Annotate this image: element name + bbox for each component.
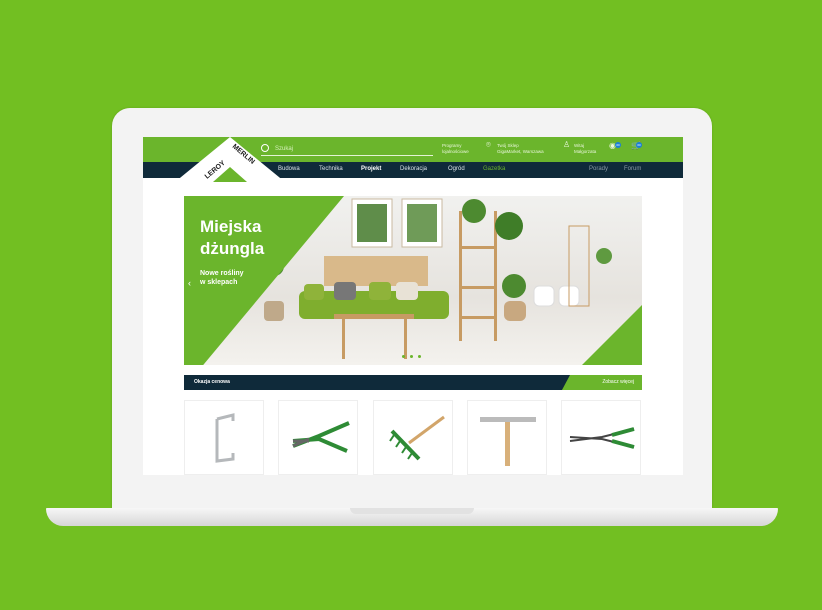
search-input[interactable]: Szukaj [261, 143, 433, 156]
account-link[interactable]: Witaj Małgorzata [574, 143, 596, 155]
product-card[interactable] [561, 400, 641, 475]
carousel-dot[interactable] [402, 355, 405, 358]
nav-forum[interactable]: Forum [624, 166, 641, 172]
wallet-badge: 00 [615, 142, 621, 148]
nav-budowa[interactable]: Budowa [278, 166, 300, 172]
search-placeholder: Szukaj [275, 146, 294, 152]
product-card[interactable] [467, 400, 547, 475]
see-more-label: Zobacz więcej [602, 379, 634, 385]
store-line2: GigaMarket, Warszawa [497, 149, 544, 154]
float-tool-image [480, 417, 536, 466]
hero-title-line1: Miejska [200, 217, 262, 236]
hero-banner[interactable]: Miejska dżungla Nowe rośliny w sklepach ‹ [184, 196, 642, 365]
deals-label: Okazja cenowa [194, 379, 230, 385]
website-screen: LEROY MERLIN Szukaj Programy lojalnościow… [143, 137, 683, 475]
carousel-dot[interactable] [418, 355, 421, 358]
cart-badge: 00 [636, 142, 642, 148]
programs-line2: lojalnościowe [442, 149, 469, 154]
nav-dekoracja[interactable]: Dekoracja [400, 166, 427, 172]
loyalty-programs-link[interactable]: Programy lojalnościowe [442, 143, 469, 155]
product-card[interactable] [278, 400, 358, 475]
user-line2: Małgorzata [574, 149, 597, 154]
hero-subtitle: Nowe rośliny w sklepach [200, 269, 244, 287]
store-link[interactable]: Twój Sklep GigaMarket, Warszawa [497, 143, 544, 155]
search-icon [261, 144, 269, 152]
user-icon: ♙ [563, 140, 571, 149]
nav-gazetka[interactable]: Gazetka [483, 166, 505, 172]
product-card[interactable] [184, 400, 264, 475]
rake-image [389, 415, 445, 461]
see-more-button[interactable]: Zobacz więcej [562, 375, 642, 390]
hero-subtitle-line2: w sklepach [200, 279, 238, 286]
laptop-notch [350, 508, 474, 514]
hedge-shears-image [569, 427, 635, 449]
nav-technika[interactable]: Technika [319, 166, 343, 172]
nav-porady[interactable]: Porady [589, 166, 608, 172]
product-card[interactable] [373, 400, 453, 475]
hook-image [215, 413, 235, 463]
carousel-dot[interactable] [410, 355, 413, 358]
pruning-shears-image [292, 421, 350, 453]
hero-title-line2: dżungla [200, 239, 265, 258]
location-pin-icon: ⌾ [486, 140, 491, 149]
nav-projekt[interactable]: Projekt [361, 166, 381, 172]
carousel-dots[interactable] [402, 355, 421, 358]
chevron-left-icon[interactable]: ‹ [188, 278, 191, 288]
nav-ogrod[interactable]: Ogród [448, 166, 465, 172]
deals-bar: Okazja cenowa Zobacz więcej [184, 375, 642, 390]
hero-title: Miejska dżungla [200, 216, 264, 260]
hero-subtitle-line1: Nowe rośliny [200, 270, 244, 277]
